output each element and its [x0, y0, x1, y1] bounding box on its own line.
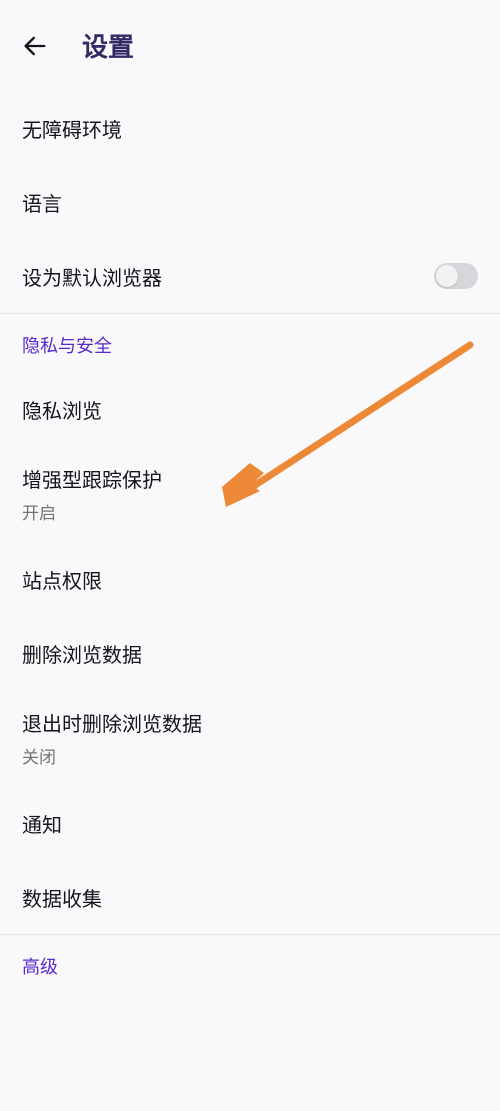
item-text: 通知 [22, 809, 62, 838]
settings-item-site-permissions[interactable]: 站点权限 [0, 542, 500, 616]
settings-item-language[interactable]: 语言 [0, 165, 500, 239]
header: 设置 [0, 0, 500, 91]
settings-item-accessibility[interactable]: 无障碍环境 [0, 91, 500, 165]
toggle-knob [436, 265, 458, 287]
item-text: 数据收集 [22, 883, 102, 912]
back-button[interactable] [10, 21, 60, 71]
settings-item-delete-on-quit[interactable]: 退出时删除浏览数据 关闭 [0, 690, 500, 786]
settings-item-delete-browsing-data[interactable]: 删除浏览数据 [0, 616, 500, 690]
settings-item-private-browsing[interactable]: 隐私浏览 [0, 372, 500, 446]
back-arrow-icon [21, 32, 49, 60]
item-text: 退出时删除浏览数据 关闭 [22, 708, 202, 768]
item-text: 语言 [22, 188, 62, 217]
item-status: 关闭 [22, 743, 202, 768]
item-label: 设为默认浏览器 [22, 262, 162, 291]
item-label: 增强型跟踪保护 [22, 464, 162, 493]
item-label: 删除浏览数据 [22, 639, 142, 668]
default-browser-toggle[interactable] [434, 263, 478, 289]
page-title: 设置 [82, 27, 134, 64]
settings-item-notifications[interactable]: 通知 [0, 786, 500, 860]
item-label: 数据收集 [22, 883, 102, 912]
item-text: 删除浏览数据 [22, 639, 142, 668]
item-text: 无障碍环境 [22, 114, 122, 143]
item-label: 退出时删除浏览数据 [22, 708, 202, 737]
item-label: 通知 [22, 809, 62, 838]
item-label: 站点权限 [22, 565, 102, 594]
section-header-advanced: 高级 [0, 935, 500, 993]
settings-item-data-collection[interactable]: 数据收集 [0, 860, 500, 934]
item-status: 开启 [22, 499, 162, 524]
settings-list: 无障碍环境 语言 设为默认浏览器 隐私与安全 隐私浏览 增强型跟踪保护 开启 站… [0, 91, 500, 993]
item-text: 设为默认浏览器 [22, 262, 162, 291]
item-label: 无障碍环境 [22, 114, 122, 143]
item-label: 隐私浏览 [22, 395, 102, 424]
item-label: 语言 [22, 188, 62, 217]
item-text: 站点权限 [22, 565, 102, 594]
section-header-privacy: 隐私与安全 [0, 314, 500, 372]
item-text: 隐私浏览 [22, 395, 102, 424]
settings-item-default-browser[interactable]: 设为默认浏览器 [0, 239, 500, 313]
settings-item-enhanced-tracking[interactable]: 增强型跟踪保护 开启 [0, 446, 500, 542]
item-text: 增强型跟踪保护 开启 [22, 464, 162, 524]
